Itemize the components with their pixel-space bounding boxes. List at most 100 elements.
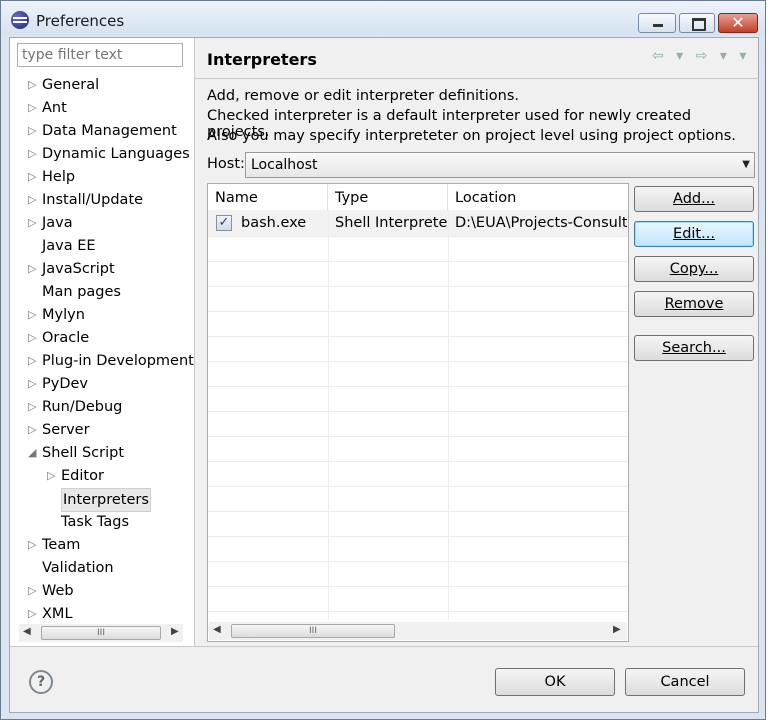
preferences-window: Preferences ✕ ▷General▷Ant▷Data Manageme… <box>0 0 766 720</box>
eclipse-icon <box>11 11 29 29</box>
chevron-down-icon: ▼ <box>742 159 750 170</box>
grid-line <box>208 261 628 262</box>
minimize-button[interactable] <box>638 13 676 33</box>
collapsed-arrow-icon[interactable]: ▷ <box>28 534 40 556</box>
tree-item-label: PyDev <box>42 376 88 392</box>
default-checkbox[interactable]: ✓ <box>216 215 232 231</box>
scroll-right-icon[interactable]: ▶ <box>613 624 621 635</box>
cancel-button[interactable]: Cancel <box>625 668 745 696</box>
collapsed-arrow-icon[interactable]: ▷ <box>28 258 40 280</box>
collapsed-arrow-icon[interactable]: ▷ <box>28 166 40 188</box>
scroll-thumb[interactable]: III <box>41 626 161 640</box>
table-row[interactable]: ✓ bash.exe Shell Interpreter D:\EUA\Proj… <box>208 210 628 236</box>
column-header-location[interactable]: Location <box>448 184 628 210</box>
tree-item-label: Task Tags <box>61 514 130 530</box>
collapsed-arrow-icon[interactable]: ▷ <box>28 396 40 418</box>
tree-item-label: Man pages <box>42 284 121 300</box>
search-button[interactable]: Search... <box>634 335 754 361</box>
tree-item-label: Dynamic Languages <box>42 146 190 162</box>
filter-input[interactable] <box>17 43 183 67</box>
bottom-separator <box>10 646 758 647</box>
tree-item-label: Interpreters <box>61 488 151 512</box>
row-name: bash.exe <box>241 215 307 231</box>
host-select[interactable]: Localhost ▼ <box>245 152 755 178</box>
tree-item-label: Ant <box>42 100 67 116</box>
scroll-left-icon[interactable]: ◀ <box>213 624 221 635</box>
host-label: Host: <box>207 156 245 172</box>
host-select-value: Localhost <box>251 157 318 173</box>
dialog-client: ▷General▷Ant▷Data Management▷Dynamic Lan… <box>9 37 759 713</box>
grid-line <box>208 386 628 387</box>
collapsed-arrow-icon[interactable]: ▷ <box>28 350 40 372</box>
grid-line <box>328 210 329 620</box>
minimize-icon <box>653 24 663 27</box>
collapsed-arrow-icon[interactable]: ▷ <box>28 74 40 96</box>
column-header-name[interactable]: Name <box>208 184 328 210</box>
tree-item-label: Help <box>42 169 76 185</box>
tree-item-label: Validation <box>42 560 114 576</box>
grid-line <box>208 486 628 487</box>
close-button[interactable]: ✕ <box>718 13 758 33</box>
grid-line <box>448 210 449 620</box>
title-separator <box>195 78 759 79</box>
tree-item-label: Editor <box>61 468 104 484</box>
window-title: Preferences <box>36 12 125 30</box>
page-title: Interpreters <box>207 50 317 69</box>
collapsed-arrow-icon[interactable]: ▷ <box>28 189 40 211</box>
tree-item-label: General <box>42 77 100 93</box>
grid-line <box>208 511 628 512</box>
preference-tree-pane: ▷General▷Ant▷Data Management▷Dynamic Lan… <box>10 38 195 646</box>
remove-button[interactable]: Remove <box>634 291 754 317</box>
grid-line <box>208 236 628 237</box>
tree-item-label: Install/Update <box>42 192 144 208</box>
tree-item-label: JavaScript <box>42 261 115 277</box>
tree-item-label: Run/Debug <box>42 399 123 415</box>
tree-item-label: Mylyn <box>42 307 85 323</box>
collapsed-arrow-icon[interactable]: ▷ <box>28 143 40 165</box>
collapsed-arrow-icon[interactable]: ▷ <box>28 304 40 326</box>
remove-button-label: Remove <box>664 296 724 312</box>
row-location: D:\EUA\Projects-Consultin <box>455 215 627 231</box>
collapsed-arrow-icon[interactable]: ▷ <box>28 212 40 234</box>
collapsed-arrow-icon[interactable]: ▷ <box>28 580 40 602</box>
interpreters-table[interactable]: Name Type Location ✓ bash.exe Shell Inte… <box>207 183 629 642</box>
edit-button-label: Edit... <box>673 226 715 242</box>
scroll-left-icon[interactable]: ◀ <box>23 626 31 637</box>
collapsed-arrow-icon[interactable]: ▷ <box>47 465 59 487</box>
help-icon[interactable]: ? <box>29 670 53 694</box>
collapsed-arrow-icon[interactable]: ▷ <box>28 373 40 395</box>
history-nav-icons[interactable]: ⇦ ▾ ⇨ ▾ ▾ <box>652 48 750 64</box>
collapsed-arrow-icon[interactable]: ▷ <box>28 120 40 142</box>
collapsed-arrow-icon[interactable]: ▷ <box>28 97 40 119</box>
tree-item-label: Java EE <box>42 238 96 254</box>
scroll-right-icon[interactable]: ▶ <box>171 626 179 637</box>
copy-button-label: Copy... <box>669 261 719 277</box>
scroll-thumb[interactable]: III <box>231 624 395 638</box>
collapsed-arrow-icon[interactable]: ▷ <box>28 327 40 349</box>
tree-item-label: Data Management <box>42 123 177 139</box>
title-bar[interactable]: Preferences ✕ <box>1 1 765 35</box>
ok-button[interactable]: OK <box>495 668 615 696</box>
collapsed-arrow-icon[interactable]: ▷ <box>28 419 40 441</box>
tree-item-label: Shell Script <box>42 445 125 461</box>
tree-item-label: Plug-in Development <box>42 353 194 369</box>
collapsed-arrow-icon[interactable]: ▷ <box>28 603 40 625</box>
close-icon: ✕ <box>731 13 745 32</box>
grid-line <box>208 411 628 412</box>
table-horizontal-scrollbar[interactable]: ◀ III ▶ <box>209 622 627 640</box>
expanded-arrow-icon[interactable]: ◢ <box>28 442 40 464</box>
grid-line <box>208 586 628 587</box>
tree-horizontal-scrollbar[interactable]: ◀ III ▶ <box>19 624 183 642</box>
grid-line <box>208 536 628 537</box>
description-line-1: Add, remove or edit interpreter definiti… <box>207 88 519 104</box>
grid-line <box>208 336 628 337</box>
copy-button[interactable]: Copy... <box>634 256 754 282</box>
add-button[interactable]: Add... <box>634 186 754 212</box>
description-line-3: Also you may specify interpreteter on pr… <box>207 128 736 144</box>
grid-line <box>208 286 628 287</box>
column-header-type[interactable]: Type <box>328 184 448 210</box>
grid-line <box>208 361 628 362</box>
edit-button[interactable]: Edit... <box>634 221 754 247</box>
maximize-button[interactable] <box>679 13 715 33</box>
maximize-icon <box>692 18 706 31</box>
